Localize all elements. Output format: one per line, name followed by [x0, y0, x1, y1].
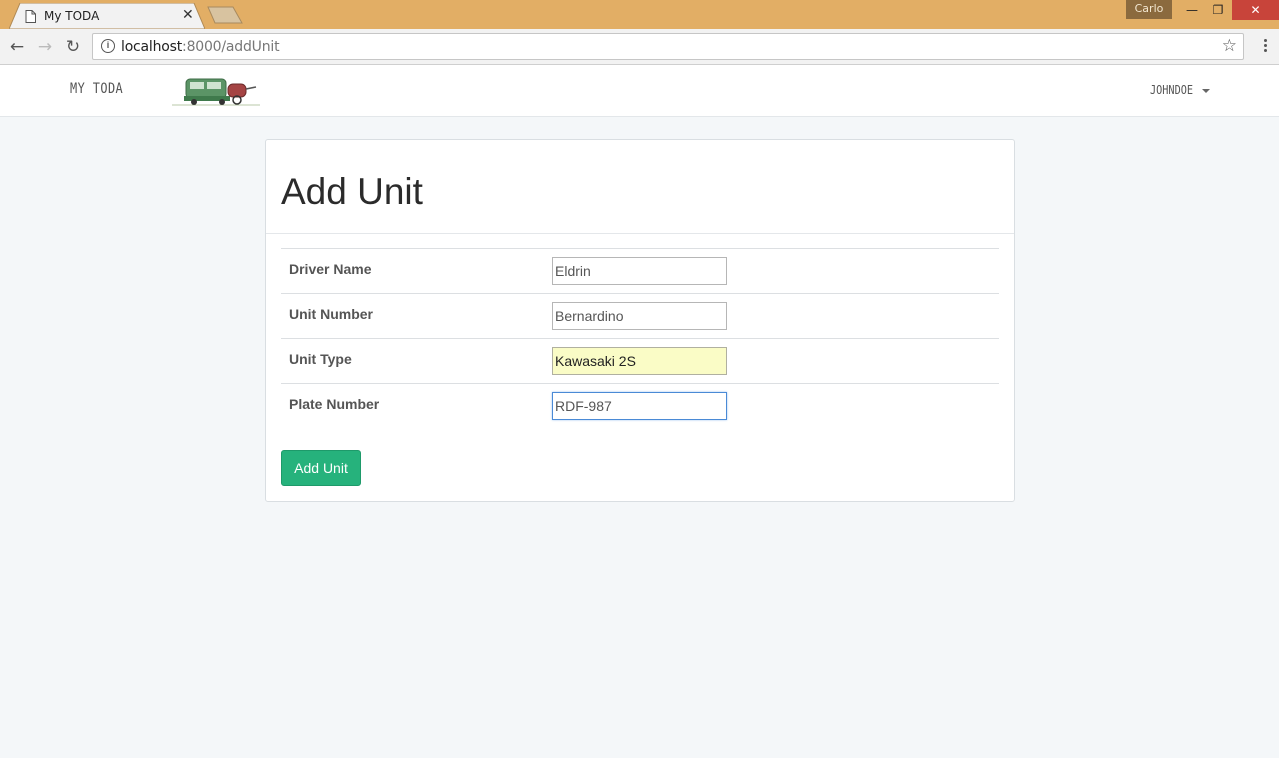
forward-arrow-icon[interactable]: → [34, 36, 56, 58]
page-title: Add Unit [281, 171, 423, 212]
browser-toolbar: ← → ↻ i localhost:8000/addUnit ☆ [0, 29, 1279, 65]
plate-number-input[interactable]: RDF-987 [552, 392, 727, 420]
url-text: localhost:8000/addUnit [121, 39, 280, 55]
form-row-unit-number: Unit Number Bernardino [281, 293, 999, 338]
close-window-icon[interactable]: ✕ [1232, 0, 1279, 20]
browser-menu-icon[interactable] [1258, 37, 1272, 57]
tab-title: My TODA [44, 9, 100, 23]
new-tab-button[interactable] [207, 6, 243, 24]
reload-icon[interactable]: ↻ [62, 36, 84, 58]
browser-tab[interactable]: My TODA ✕ [9, 3, 205, 29]
unit-number-label: Unit Number [289, 306, 373, 322]
form-row-plate-number: Plate Number RDF-987 [281, 383, 999, 428]
app-navbar: MY TODA JOHNDOE [0, 65, 1279, 117]
add-unit-button[interactable]: Add Unit [281, 450, 361, 486]
back-arrow-icon[interactable]: ← [6, 36, 28, 58]
unit-type-input[interactable]: Kawasaki 2S [552, 347, 727, 375]
bookmark-star-icon[interactable]: ☆ [1222, 36, 1237, 56]
form-row-unit-type: Unit Type Kawasaki 2S [281, 338, 999, 383]
tab-close-icon[interactable]: ✕ [182, 7, 194, 23]
restore-icon[interactable]: ❐ [1204, 0, 1232, 20]
url-host: localhost [121, 39, 183, 55]
minimize-icon[interactable]: — [1178, 0, 1206, 20]
browser-titlebar: My TODA ✕ Carlo — ❐ ✕ [0, 0, 1279, 29]
add-unit-panel: Add Unit Driver Name Eldrin Unit Number … [265, 139, 1015, 502]
unit-type-label: Unit Type [289, 351, 352, 367]
driver-name-label: Driver Name [289, 261, 372, 277]
panel-heading: Add Unit [266, 140, 1014, 234]
address-bar[interactable]: i localhost:8000/addUnit ☆ [92, 33, 1244, 60]
user-menu-toggle[interactable]: JOHNDOE [1150, 83, 1193, 97]
driver-name-input[interactable]: Eldrin [552, 257, 727, 285]
unit-number-input[interactable]: Bernardino [552, 302, 727, 330]
tab-shape [9, 3, 205, 29]
profile-button[interactable]: Carlo [1126, 0, 1172, 19]
unit-form-table: Driver Name Eldrin Unit Number Bernardin… [281, 248, 999, 428]
caret-down-icon[interactable] [1202, 89, 1210, 93]
url-path: :8000/addUnit [182, 39, 280, 55]
brand-link[interactable]: MY TODA [70, 81, 123, 97]
form-row-driver-name: Driver Name Eldrin [281, 248, 999, 293]
plate-number-label: Plate Number [289, 396, 380, 412]
info-icon[interactable]: i [101, 39, 115, 53]
tricycle-logo-icon [172, 78, 260, 106]
